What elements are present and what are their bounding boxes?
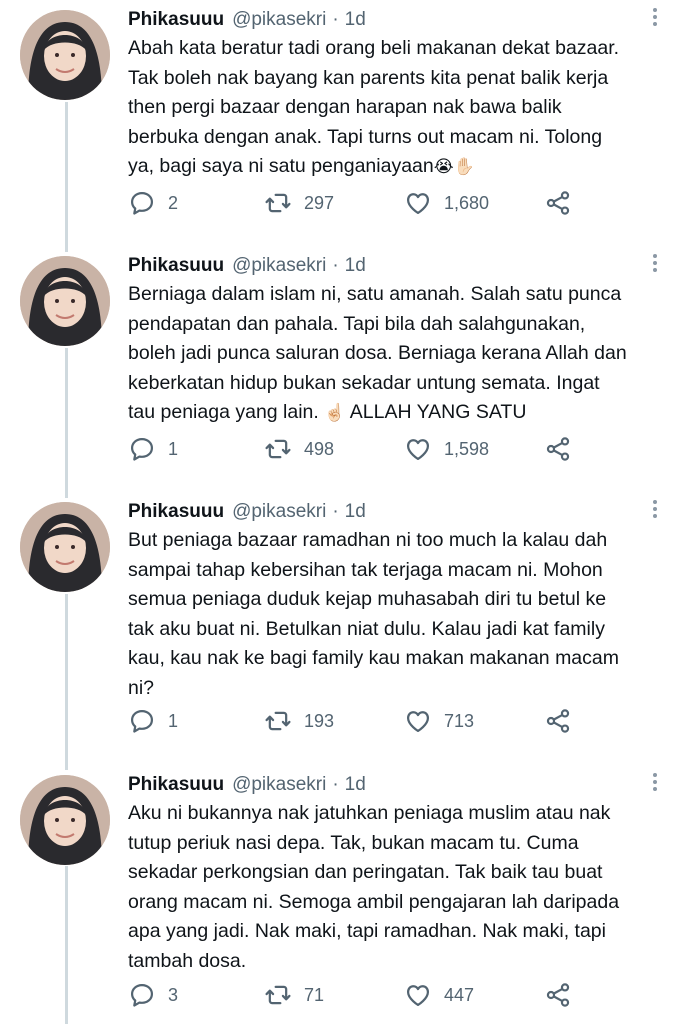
- author-name[interactable]: Phikasuuu: [128, 774, 224, 796]
- avatar[interactable]: [20, 502, 110, 592]
- tweet-emoji: ☝🏻: [324, 403, 346, 423]
- heart-icon: [406, 193, 430, 215]
- tweet[interactable]: Phikasuuu @pikasekri · 1d Abah kata bera…: [0, 4, 685, 234]
- author-name[interactable]: Phikasuuu: [128, 501, 224, 523]
- author-handle[interactable]: @pikasekri: [232, 501, 326, 523]
- share-icon: [546, 709, 570, 733]
- reply-icon: [130, 709, 154, 733]
- reply-count: 3: [168, 984, 179, 1005]
- like-count: 447: [444, 984, 475, 1005]
- retweet-count: 498: [304, 438, 335, 459]
- retweet-icon: [265, 193, 291, 213]
- separator-dot: ·: [332, 9, 339, 30]
- tweet-text: Aku ni bukannya nak jatuhkan peniaga mus…: [128, 802, 620, 972]
- tweet-time[interactable]: 1d: [345, 501, 366, 523]
- retweet-button[interactable]: 297: [264, 187, 334, 219]
- retweet-icon: [265, 439, 291, 459]
- author-handle[interactable]: @pikasekri: [232, 774, 326, 796]
- heart-icon: [406, 711, 430, 733]
- avatar-image: [20, 256, 110, 346]
- avatar[interactable]: [20, 775, 110, 865]
- share-icon: [546, 983, 570, 1007]
- more-options-icon[interactable]: [649, 254, 661, 276]
- retweet-button[interactable]: 71: [264, 979, 324, 1011]
- reply-icon: [130, 191, 154, 215]
- like-count: 713: [444, 710, 475, 731]
- retweet-count: 297: [304, 192, 335, 213]
- share-button[interactable]: [544, 433, 584, 465]
- retweet-icon: [265, 985, 291, 1005]
- reply-count: 2: [168, 192, 179, 213]
- reply-icon: [130, 983, 154, 1007]
- avatar[interactable]: [20, 256, 110, 346]
- tweet-text: Abah kata beratur tadi orang beli makana…: [128, 34, 668, 183]
- like-count: 1,598: [444, 438, 490, 459]
- tweet[interactable]: Phikasuuu @pikasekri · 1d Berniaga dalam…: [0, 250, 685, 480]
- retweet-count: 71: [304, 984, 325, 1005]
- retweet-count: 193: [304, 710, 335, 731]
- more-options-icon[interactable]: [649, 500, 661, 522]
- tweet[interactable]: Phikasuuu @pikasekri · 1d But peniaga ba…: [0, 496, 685, 752]
- share-button[interactable]: [544, 187, 584, 219]
- heart-icon: [406, 439, 430, 461]
- reply-count: 1: [168, 710, 179, 731]
- tweet-time[interactable]: 1d: [345, 255, 366, 277]
- tweet-actions: 1 193 713: [128, 705, 648, 737]
- like-button[interactable]: 447: [404, 979, 474, 1011]
- more-options-icon[interactable]: [649, 8, 661, 30]
- avatar[interactable]: [20, 10, 110, 100]
- reply-count: 1: [168, 438, 179, 459]
- like-button[interactable]: 713: [404, 705, 474, 737]
- tweet-header: Phikasuuu @pikasekri · 1d: [128, 498, 366, 526]
- tweet-text: But peniaga bazaar ramadhan ni too much …: [128, 529, 619, 699]
- tweet-text-body: Abah kata beratur tadi orang beli makana…: [128, 37, 620, 177]
- retweet-button[interactable]: 193: [264, 705, 334, 737]
- separator-dot: ·: [332, 255, 339, 276]
- like-button[interactable]: 1,680: [404, 187, 489, 219]
- author-handle[interactable]: @pikasekri: [232, 255, 326, 277]
- tweet-actions: 3 71 447: [128, 979, 648, 1011]
- tweet-time[interactable]: 1d: [345, 774, 366, 796]
- share-button[interactable]: [544, 979, 584, 1011]
- separator-dot: ·: [332, 774, 339, 795]
- like-button[interactable]: 1,598: [404, 433, 489, 465]
- tweet-text: Berniaga dalam islam ni, satu amanah. Sa…: [128, 280, 668, 429]
- share-icon: [546, 437, 570, 461]
- tweet-actions: 2 297 1,680: [128, 187, 648, 219]
- avatar-image: [20, 775, 110, 865]
- tweet-header: Phikasuuu @pikasekri · 1d: [128, 252, 366, 280]
- avatar-image: [20, 10, 110, 100]
- reply-button[interactable]: 1: [128, 705, 178, 737]
- share-button[interactable]: [544, 705, 584, 737]
- tweet-time[interactable]: 1d: [345, 9, 366, 31]
- author-handle[interactable]: @pikasekri: [232, 9, 326, 31]
- tweet-actions: 1 498 1,598: [128, 433, 648, 465]
- retweet-button[interactable]: 498: [264, 433, 334, 465]
- author-name[interactable]: Phikasuuu: [128, 255, 224, 277]
- reply-button[interactable]: 2: [128, 187, 178, 219]
- tweet[interactable]: Phikasuuu @pikasekri · 1d Aku ni bukanny…: [0, 769, 685, 1024]
- tweet-header: Phikasuuu @pikasekri · 1d: [128, 6, 366, 34]
- retweet-icon: [265, 711, 291, 731]
- author-name[interactable]: Phikasuuu: [128, 9, 224, 31]
- reply-button[interactable]: 3: [128, 979, 178, 1011]
- like-count: 1,680: [444, 192, 490, 213]
- separator-dot: ·: [332, 501, 339, 522]
- heart-icon: [406, 985, 430, 1007]
- tweet-emoji: 😭✋🏻: [433, 157, 475, 177]
- tweet-header: Phikasuuu @pikasekri · 1d: [128, 771, 366, 799]
- share-icon: [546, 191, 570, 215]
- tweet-text-suffix: ALLAH YANG SATU: [349, 401, 527, 423]
- reply-button[interactable]: 1: [128, 433, 178, 465]
- avatar-image: [20, 502, 110, 592]
- reply-icon: [130, 437, 154, 461]
- more-options-icon[interactable]: [649, 773, 661, 795]
